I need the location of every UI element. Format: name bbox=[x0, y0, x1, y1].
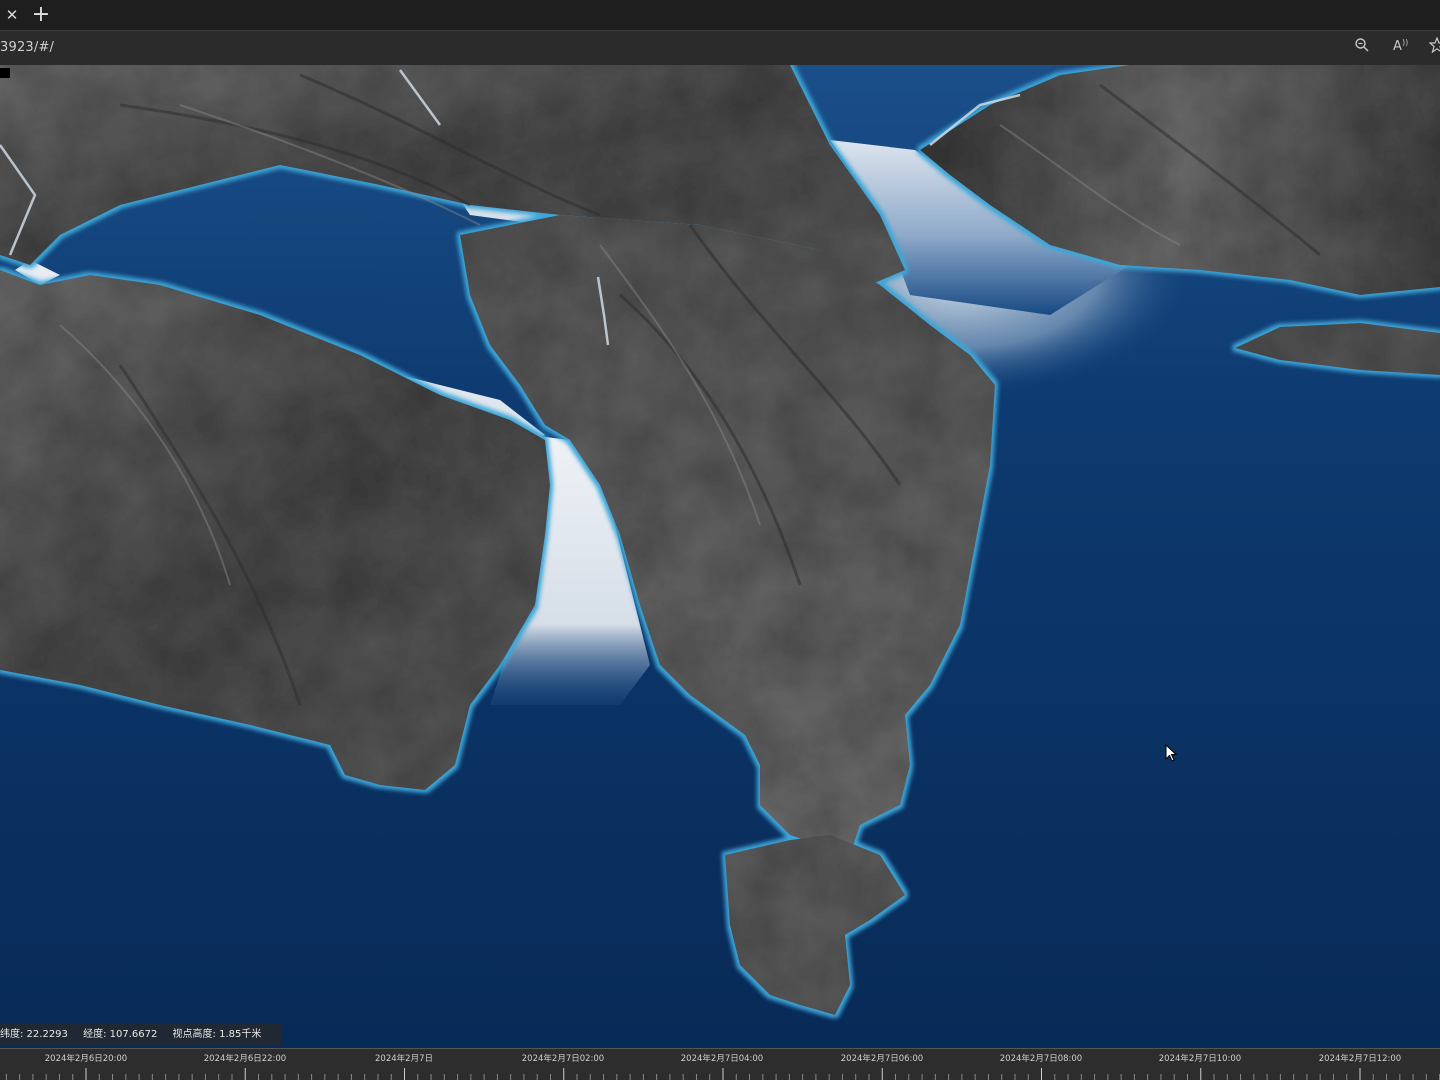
read-aloud-icon[interactable]: A)) bbox=[1390, 37, 1412, 59]
terrain-scene[interactable] bbox=[0, 65, 1440, 1050]
timeline-label: 2024年2月7日 bbox=[375, 1054, 433, 1064]
timeline-bar[interactable]: 2024年2月6日20:00 2024年2月6日22:00 2024年2月7日 … bbox=[0, 1048, 1440, 1080]
timeline-label: 2024年2月7日02:00 bbox=[521, 1054, 605, 1064]
timeline-label: 2024年2月7日08:00 bbox=[999, 1054, 1083, 1064]
latitude-readout: 纬度: 22.2293 bbox=[0, 1029, 68, 1040]
longitude-readout: 经度: 107.6672 bbox=[83, 1029, 158, 1040]
new-tab-plus-icon[interactable]: + bbox=[30, 4, 52, 26]
timeline-label: 2024年2月7日04:00 bbox=[680, 1054, 764, 1064]
timeline-label: 2024年2月7日06:00 bbox=[840, 1054, 924, 1064]
3d-map-viewport[interactable] bbox=[0, 65, 1440, 1050]
corner-marker bbox=[0, 68, 10, 78]
eye-height-readout: 视点高度: 1.85千米 bbox=[172, 1029, 262, 1040]
zoom-out-icon[interactable] bbox=[1351, 37, 1373, 59]
url-text[interactable]: 3923/#/ bbox=[0, 40, 54, 55]
timeline-ticks bbox=[5, 1068, 1440, 1080]
address-bar: 3923/#/ A)) bbox=[0, 30, 1440, 65]
timeline-label: 2024年2月6日22:00 bbox=[203, 1054, 287, 1064]
favorite-star-icon[interactable] bbox=[1426, 36, 1440, 59]
coordinate-readout: 纬度: 22.2293 经度: 107.6672 视点高度: 1.85千米 bbox=[0, 1024, 282, 1046]
close-tab-icon[interactable]: ✕ bbox=[2, 5, 22, 25]
svg-text:)): )) bbox=[1402, 38, 1408, 47]
timeline-label: 2024年2月6日20:00 bbox=[44, 1054, 128, 1064]
timeline-label: 2024年2月7日12:00 bbox=[1318, 1054, 1402, 1064]
mouse-cursor-icon bbox=[1165, 744, 1178, 762]
timeline-label: 2024年2月7日10:00 bbox=[1158, 1054, 1242, 1064]
svg-text:A: A bbox=[1393, 39, 1402, 53]
browser-tab-bar: ✕ + bbox=[0, 0, 1440, 30]
